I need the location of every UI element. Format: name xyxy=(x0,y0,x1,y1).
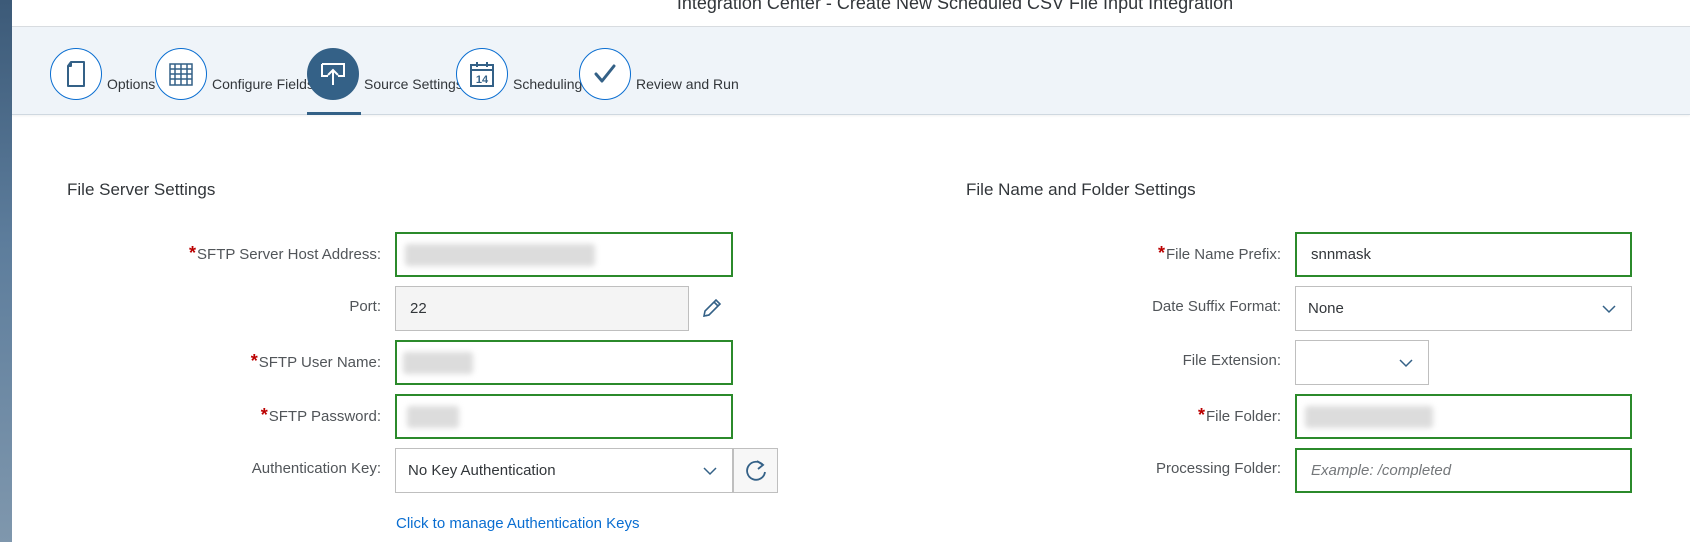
wizard-step-label: Configure Fields xyxy=(212,76,314,92)
calendar-icon: 14 xyxy=(456,48,508,100)
sftp-host-label: *SFTP Server Host Address: xyxy=(189,243,381,263)
grid-icon xyxy=(155,48,207,100)
sftp-user-label: *SFTP User Name: xyxy=(250,351,381,371)
wizard-step-label: Review and Run xyxy=(636,76,739,92)
chevron-down-icon xyxy=(1399,359,1413,368)
redacted-value xyxy=(405,244,595,266)
chevron-down-icon xyxy=(703,467,717,476)
auth-key-select[interactable]: No Key Authentication xyxy=(395,448,733,493)
wizard-step-configure-fields[interactable]: Configure Fields xyxy=(155,42,314,100)
checkmark-icon xyxy=(579,48,631,100)
processing-folder-label: Processing Folder: xyxy=(1155,460,1281,477)
redacted-value xyxy=(403,352,473,374)
document-icon xyxy=(50,48,102,100)
auth-key-label: Authentication Key: xyxy=(251,460,381,477)
file-prefix-label: *File Name Prefix: xyxy=(1157,243,1281,263)
file-name-settings-title: File Name and Folder Settings xyxy=(966,180,1196,199)
wizard-step-review-and-run[interactable]: Review and Run xyxy=(579,42,739,100)
wizard-progress-bar: Options Configure Fields Source Settings xyxy=(12,27,1690,115)
processing-folder-input[interactable]: Example: /completed xyxy=(1295,448,1632,493)
port-label: Port: xyxy=(349,298,381,315)
sftp-password-input[interactable] xyxy=(395,394,733,439)
sftp-host-input[interactable] xyxy=(395,232,733,277)
file-prefix-input[interactable]: snnmask xyxy=(1295,232,1632,277)
file-extension-select[interactable] xyxy=(1295,340,1429,385)
upload-icon xyxy=(307,48,359,100)
wizard-step-options[interactable]: Options xyxy=(50,42,155,100)
sftp-password-label: *SFTP Password: xyxy=(260,405,381,425)
date-suffix-label: Date Suffix Format: xyxy=(1152,298,1281,315)
file-server-settings-title: File Server Settings xyxy=(67,180,216,199)
sftp-user-input[interactable] xyxy=(395,340,733,385)
wizard-step-source-settings[interactable]: Source Settings xyxy=(307,42,463,115)
manage-auth-keys-link[interactable]: Click to manage Authentication Keys xyxy=(396,515,639,532)
file-extension-label: File Extension: xyxy=(1182,352,1281,369)
wizard-step-scheduling[interactable]: 14 Scheduling xyxy=(456,42,582,100)
wizard-step-label: Source Settings xyxy=(364,76,463,92)
wizard-step-label: Options xyxy=(107,76,156,92)
date-suffix-select[interactable]: None xyxy=(1295,286,1632,331)
chevron-down-icon xyxy=(1602,305,1616,314)
file-folder-label: *File Folder: xyxy=(1197,405,1281,425)
calendar-day: 14 xyxy=(476,74,489,86)
redacted-value xyxy=(407,406,459,428)
refresh-button[interactable] xyxy=(733,448,778,493)
active-step-indicator xyxy=(307,112,361,115)
file-folder-input[interactable] xyxy=(1295,394,1632,439)
port-input[interactable]: 22 xyxy=(395,286,689,331)
left-edge-strip xyxy=(0,0,12,542)
redacted-value xyxy=(1305,406,1433,428)
wizard-step-label: Scheduling xyxy=(513,76,583,92)
refresh-icon xyxy=(745,459,766,481)
page-title: Integration Center - Create New Schedule… xyxy=(676,0,1234,13)
edit-pencil-icon[interactable] xyxy=(700,296,724,320)
